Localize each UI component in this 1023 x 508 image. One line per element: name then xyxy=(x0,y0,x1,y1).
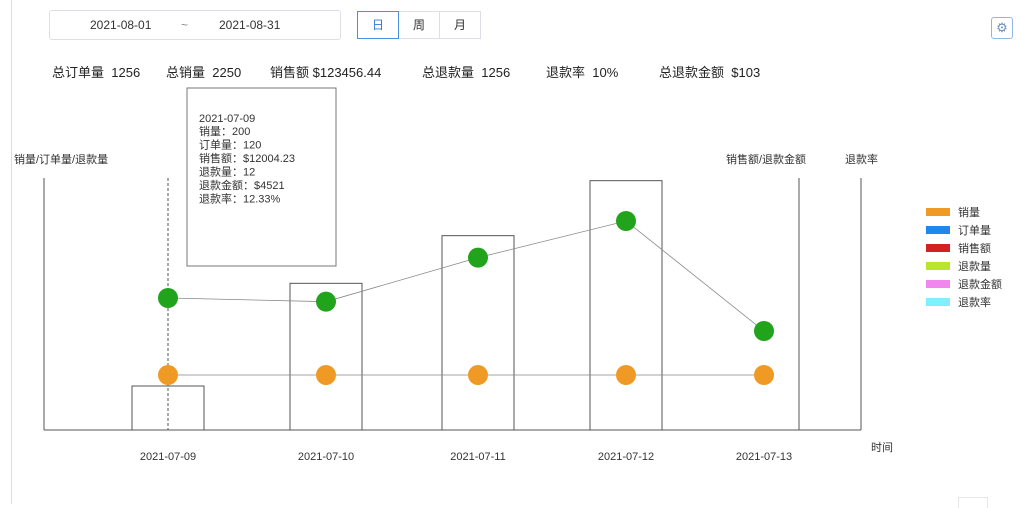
x-tick-label: 2021-07-13 xyxy=(736,451,792,463)
corner-control xyxy=(958,497,988,508)
legend-swatch xyxy=(926,244,950,252)
tooltip-line: 销售额：$12004.23 xyxy=(199,151,295,165)
legend-label: 退款率 xyxy=(958,295,991,309)
x-tick-label: 2021-07-12 xyxy=(598,451,654,463)
combo-chart: 销量/订单量/退款量 销售额/退款金额 退款率时间2021-07-09 2021-07… xyxy=(14,87,1002,463)
legend-swatch xyxy=(926,298,950,306)
orange-point xyxy=(616,365,636,385)
green-point xyxy=(754,321,774,341)
legend-swatch xyxy=(926,262,950,270)
green-point xyxy=(616,211,636,231)
orange-point xyxy=(158,365,178,385)
tooltip-line: 销量：200 xyxy=(199,124,250,138)
tooltip-line: 退款率：12.33% xyxy=(199,192,281,206)
green-point xyxy=(158,288,178,308)
orange-point xyxy=(316,365,336,385)
tooltip-line: 订单量：120 xyxy=(199,139,261,152)
y-axis-left-label: 销量/订单量/退款量 xyxy=(14,152,108,166)
green-point xyxy=(468,247,488,268)
orange-point xyxy=(754,365,774,385)
tooltip-line: 退款量：12 xyxy=(199,165,255,179)
tooltip-title: 2021-07-09 xyxy=(199,113,255,125)
tooltip-line: 退款金额：$4521 xyxy=(199,178,285,192)
legend-label: 退款量 xyxy=(958,259,991,273)
legend-label: 销量 xyxy=(958,205,980,219)
x-tick-label: 2021-07-09 xyxy=(140,451,196,463)
legend-label: 退款金额 xyxy=(958,277,1002,291)
legend-swatch xyxy=(926,226,950,234)
x-tick-label: 2021-07-11 xyxy=(450,451,505,463)
y-axis-right-2-label: 退款率 xyxy=(845,152,878,166)
x-tick-label: 2021-07-10 xyxy=(298,451,354,463)
legend-swatch xyxy=(926,208,950,216)
legend-label: 订单量 xyxy=(958,224,991,237)
orange-point xyxy=(468,365,488,385)
legend-swatch xyxy=(926,280,950,288)
y-axis-right-1-label: 销售额/退款金额 xyxy=(726,152,806,166)
green-point xyxy=(316,291,336,312)
tab-day[interactable]: 日 xyxy=(357,11,399,39)
x-axis-label: 时间 xyxy=(871,441,893,454)
legend-label: 销售额 xyxy=(958,241,991,255)
